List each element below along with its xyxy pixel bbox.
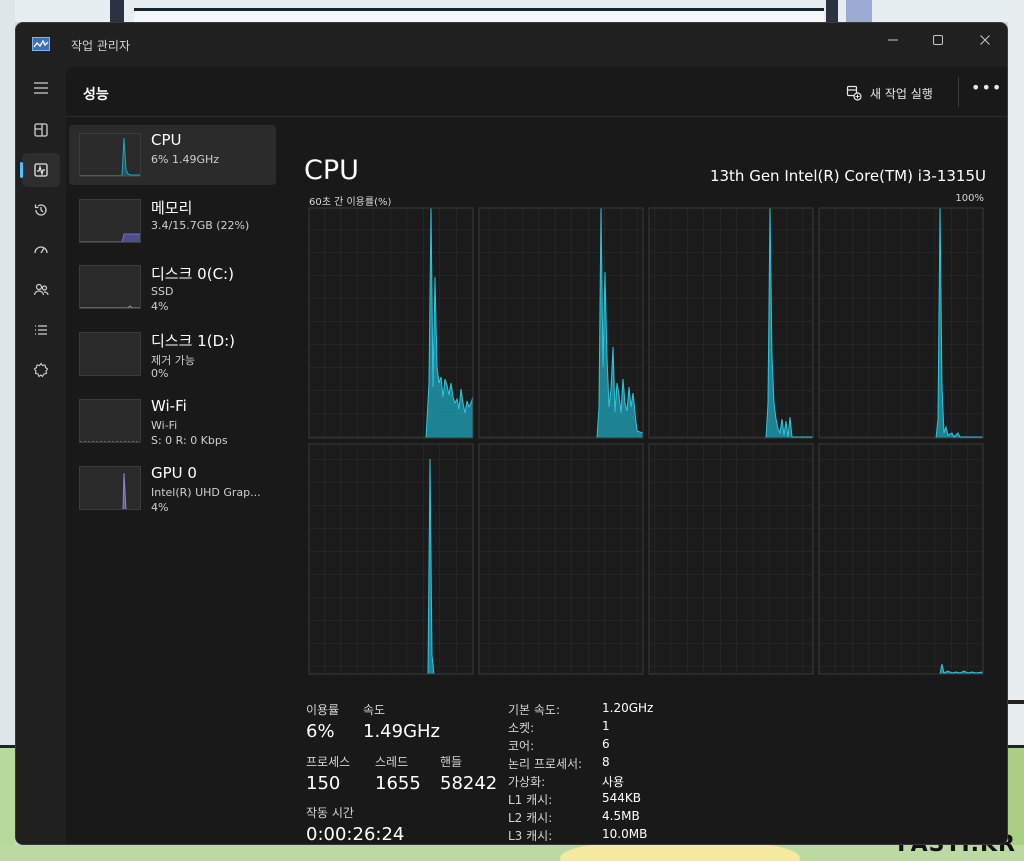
speed-value: 1.49GHz — [363, 721, 441, 742]
cpu-model: 13th Gen Intel(R) Core(TM) i3-1315U — [709, 167, 986, 185]
spec-value: 8 — [602, 755, 610, 769]
spec-label: L1 캐시: — [508, 793, 553, 807]
resource-name: 디스크 1(D:) — [151, 332, 236, 350]
spec-value: 10.0MB — [602, 827, 648, 841]
spec-label: L3 캐시: — [508, 829, 553, 843]
usage-value: 6% — [306, 721, 335, 742]
uptime-label: 작동 시간 — [306, 806, 354, 820]
resource-memory[interactable]: 메모리 3.4/15.7GB (22%) — [69, 191, 276, 251]
minimize-button[interactable] — [871, 27, 915, 57]
resource-usage: 4% — [151, 300, 169, 313]
core-graph-6 — [648, 443, 814, 675]
wifi-mini-graph — [79, 399, 141, 443]
resource-wifi[interactable]: Wi-Fi Wi-Fi S: 0 R: 0 Kbps — [69, 391, 276, 451]
resource-detail: Intel(R) UHD Grap... — [151, 486, 261, 499]
task-manager-app-icon — [32, 37, 50, 51]
detail-title: CPU — [304, 155, 359, 186]
resource-usage: S: 0 R: 0 Kbps — [151, 434, 228, 447]
spec-value: 4.5MB — [602, 809, 640, 823]
spec-value: 사용 — [602, 775, 625, 789]
resource-name: Wi-Fi — [151, 397, 187, 415]
resource-usage: 0% — [151, 367, 169, 380]
resource-name: 디스크 0(C:) — [151, 265, 234, 283]
resource-usage: 4% — [151, 501, 169, 514]
memory-mini-graph — [79, 199, 141, 243]
close-button[interactable] — [963, 27, 1007, 57]
resource-name: 메모리 — [151, 199, 193, 217]
resource-detail: 제거 가능 — [151, 354, 195, 367]
services-icon[interactable] — [22, 353, 60, 387]
handles-label: 핸들 — [440, 755, 463, 769]
details-icon[interactable] — [22, 313, 60, 347]
spec-value: 1.20GHz — [602, 701, 654, 715]
resource-detail: 6% 1.49GHz — [151, 153, 220, 166]
handles-value: 58242 — [440, 773, 498, 794]
usage-label: 이용률 — [306, 703, 340, 717]
app-history-icon[interactable] — [22, 193, 60, 227]
users-icon[interactable] — [22, 273, 60, 307]
window-title: 작업 관리자 — [71, 39, 131, 53]
performance-page: 성능 새 작업 실행 ••• CPU 6% 1.49GHz 메모리 3.4/15… — [66, 67, 1007, 845]
core-graph-0 — [308, 207, 474, 439]
more-options-button[interactable]: ••• — [971, 79, 1001, 103]
title-bar[interactable]: 작업 관리자 — [16, 23, 1007, 67]
cpu-core-graphs — [308, 207, 984, 675]
core-graph-1 — [478, 207, 644, 439]
spec-label: 코어: — [508, 739, 535, 753]
page-header: 성능 새 작업 실행 ••• — [66, 67, 1007, 117]
header-divider — [958, 77, 959, 107]
resource-name: CPU — [151, 131, 182, 149]
new-task-icon — [846, 85, 862, 101]
threads-label: 스레드 — [375, 755, 409, 769]
core-graph-3 — [818, 207, 984, 439]
resource-detail: Wi-Fi — [151, 419, 178, 432]
core-graph-7 — [818, 443, 984, 675]
processes-label: 프로세스 — [306, 755, 351, 769]
performance-icon[interactable] — [20, 153, 60, 187]
cpu-mini-graph — [79, 133, 141, 177]
disk-0-mini-graph — [79, 265, 141, 309]
run-new-task-button[interactable]: 새 작업 실행 — [846, 81, 933, 105]
maximize-button[interactable] — [916, 27, 960, 57]
processes-icon[interactable] — [22, 113, 60, 147]
uptime-value: 0:00:26:24 — [306, 824, 405, 845]
resource-detail: 3.4/15.7GB (22%) — [151, 219, 250, 232]
speed-label: 속도 — [363, 703, 386, 717]
navigation-rail — [16, 67, 66, 844]
graph-caption: 60초 간 이용률(%) — [309, 197, 392, 208]
page-title: 성능 — [83, 87, 109, 103]
task-manager-window: 작업 관리자 성능 새 작업 실행 ••• CPU 6% 1.49GHz 메모리… — [15, 22, 1008, 845]
core-graph-4 — [308, 443, 474, 675]
resource-disk-1[interactable]: 디스크 1(D:) 제거 가능 0% — [69, 324, 276, 384]
resource-disk-0[interactable]: 디스크 0(C:) SSD 4% — [69, 257, 276, 317]
resource-name: GPU 0 — [151, 464, 197, 482]
processes-value: 150 — [306, 773, 341, 794]
spec-value: 544KB — [602, 791, 642, 805]
disk-1-mini-graph — [79, 332, 141, 376]
resource-detail: SSD — [151, 285, 174, 298]
spec-value: 1 — [602, 719, 610, 733]
threads-value: 1655 — [375, 773, 421, 794]
active-indicator — [20, 162, 23, 178]
startup-apps-icon[interactable] — [22, 233, 60, 267]
resource-gpu-0[interactable]: GPU 0 Intel(R) UHD Grap... 4% — [69, 458, 276, 518]
spec-label: L2 캐시: — [508, 811, 553, 825]
run-new-task-label: 새 작업 실행 — [870, 86, 933, 101]
spec-value: 6 — [602, 737, 610, 751]
menu-icon[interactable] — [22, 71, 60, 105]
core-graph-2 — [648, 207, 814, 439]
graph-max-label: 100% — [955, 193, 984, 204]
spec-label: 소켓: — [508, 721, 535, 735]
spec-label: 가상화: — [508, 775, 546, 789]
gpu-mini-graph — [79, 466, 141, 510]
core-graph-5 — [478, 443, 644, 675]
resource-cpu[interactable]: CPU 6% 1.49GHz — [69, 125, 276, 185]
spec-label: 논리 프로세서: — [508, 757, 583, 771]
spec-label: 기본 속도: — [508, 703, 561, 717]
